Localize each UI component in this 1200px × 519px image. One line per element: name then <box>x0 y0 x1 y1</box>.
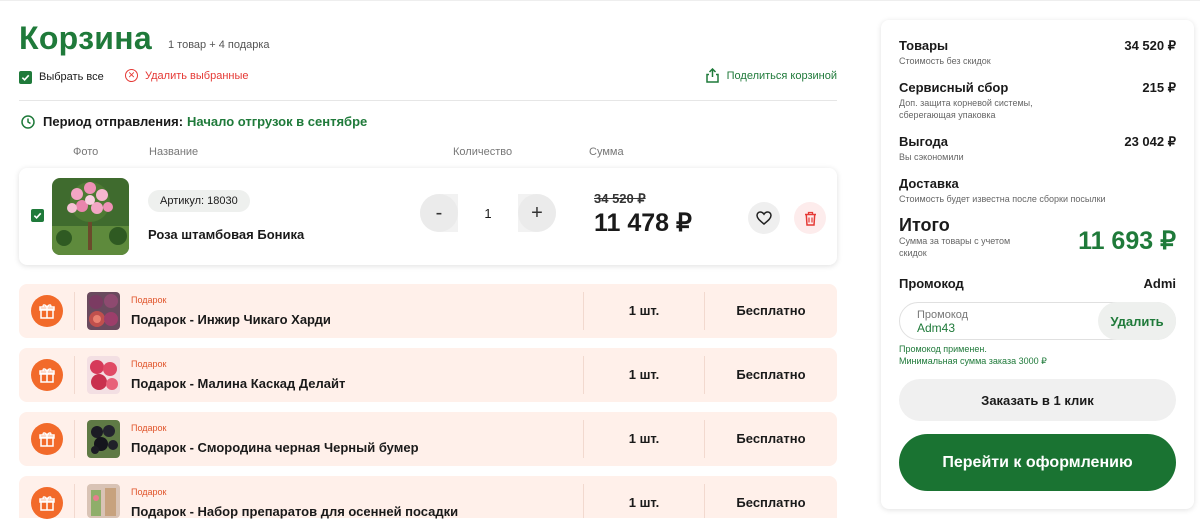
column-quantity: Количество <box>453 146 513 158</box>
separator <box>74 420 75 458</box>
delete-selected-label: Удалить выбранные <box>145 69 249 82</box>
column-sum: Сумма <box>589 146 624 158</box>
total-value: 11 693 ₽ <box>1078 227 1176 255</box>
check-icon <box>21 74 30 81</box>
page-title: Корзина <box>19 20 153 56</box>
promo-applied-name: Admi <box>1143 276 1177 291</box>
gift-qty: 1 шт. <box>628 495 660 510</box>
period-value: Начало отгрузок в сентябре <box>187 114 368 129</box>
promo-value[interactable]: Adm43 <box>917 321 955 335</box>
gift-name: Подарок - Смородина черная Черный бумер <box>131 440 419 455</box>
delete-item-button[interactable] <box>794 202 826 234</box>
one-click-order-button[interactable]: Заказать в 1 клик <box>899 379 1176 421</box>
gift-name: Подарок - Набор препаратов для осенней п… <box>131 504 459 519</box>
decrease-button[interactable]: - <box>420 194 458 232</box>
column-photo: Фото <box>73 146 99 158</box>
goods-value: 34 520 ₽ <box>1124 38 1176 53</box>
gift-price: Бесплатно <box>736 367 806 382</box>
gift-icon <box>31 295 63 327</box>
delete-selected-button[interactable]: ✕ Удалить выбранные <box>125 69 249 82</box>
delivery-label: Доставка <box>899 176 959 191</box>
gift-row: Подарок Подарок - Инжир Чикаго Харди 1 ш… <box>19 284 837 338</box>
favorite-button[interactable] <box>748 202 780 234</box>
gift-row: Подарок Подарок - Смородина черная Черны… <box>19 412 837 466</box>
shipping-period: Период отправления: Начало отгрузок в се… <box>21 114 367 129</box>
delivery-sub: Стоимость будет известна после сборки по… <box>899 194 1106 204</box>
total-sub: Сумма за товары с учетом скидок <box>899 236 1011 258</box>
share-label: Поделиться корзиной <box>726 69 837 82</box>
promo-label: Промокод <box>899 276 964 291</box>
select-all-checkbox[interactable] <box>19 70 32 84</box>
promo-placeholder: Промокод <box>917 309 969 321</box>
promo-message-line: Промокод применен. <box>899 344 987 354</box>
gift-icon <box>31 423 63 455</box>
product-checkbox[interactable] <box>31 209 44 222</box>
share-cart-button[interactable]: Поделиться корзиной <box>705 68 837 83</box>
service-fee-sub: Доп. защита корневой системы, сберегающа… <box>899 98 1033 120</box>
gift-price: Бесплатно <box>736 495 806 510</box>
trash-icon <box>804 211 816 226</box>
gift-qty: 1 шт. <box>628 431 660 446</box>
close-circle-icon: ✕ <box>125 69 138 82</box>
benefit-value: 23 042 ₽ <box>1124 134 1176 149</box>
gift-qty: 1 шт. <box>628 367 660 382</box>
promo-remove-button[interactable]: Удалить <box>1098 302 1176 340</box>
product-photo[interactable] <box>52 178 129 255</box>
old-price: 34 520 ₽ <box>594 191 646 206</box>
quantity-value[interactable]: 1 <box>458 194 518 232</box>
cart-count: 1 товар + 4 подарка <box>168 39 270 51</box>
benefit-sub: Вы сэкономили <box>899 152 964 162</box>
gift-name: Подарок - Инжир Чикаго Харди <box>131 312 331 327</box>
gift-photo <box>87 420 120 458</box>
select-all-label: Выбрать все <box>39 71 104 83</box>
gift-tag: Подарок <box>131 487 167 497</box>
gift-tag: Подарок <box>131 359 167 369</box>
gift-name: Подарок - Малина Каскад Делайт <box>131 376 346 391</box>
gift-tag: Подарок <box>131 295 167 305</box>
heart-icon <box>756 211 772 225</box>
separator <box>74 356 75 394</box>
service-fee-value: 215 ₽ <box>1142 80 1176 95</box>
gift-row: Подарок Подарок - Набор препаратов для о… <box>19 476 837 519</box>
checkout-button[interactable]: Перейти к оформлению <box>899 434 1176 491</box>
select-all[interactable]: Выбрать все <box>19 69 104 85</box>
gift-photo <box>87 484 120 518</box>
column-name: Название <box>149 146 199 158</box>
order-summary: Товары Стоимость без скидок 34 520 ₽ Сер… <box>881 20 1194 509</box>
product-card: Артикул: 18030 Роза штамбовая Боника - 1… <box>19 168 837 265</box>
quantity-stepper: - 1 + <box>420 194 556 232</box>
gift-price: Бесплатно <box>736 303 806 318</box>
gift-icon <box>31 359 63 391</box>
product-name[interactable]: Роза штамбовая Боника <box>148 227 304 242</box>
increase-button[interactable]: + <box>518 194 556 232</box>
check-icon <box>33 212 42 219</box>
gift-photo <box>87 292 120 330</box>
share-icon <box>705 68 719 83</box>
promo-message: Промокод применен. Минимальная сумма зак… <box>899 343 1047 367</box>
promo-input[interactable]: Промокод Adm43 Удалить <box>899 302 1176 340</box>
period-label: Период отправления: <box>43 114 184 129</box>
gift-icon <box>31 487 63 519</box>
gift-photo <box>87 356 120 394</box>
total-label: Итого <box>899 215 950 235</box>
divider <box>19 100 837 101</box>
gift-price: Бесплатно <box>736 431 806 446</box>
gift-row: Подарок Подарок - Малина Каскад Делайт 1… <box>19 348 837 402</box>
goods-label: Товары <box>899 38 949 53</box>
separator <box>74 484 75 518</box>
service-fee-label: Сервисный сбор <box>899 80 1009 95</box>
sku-badge: Артикул: 18030 <box>148 190 250 212</box>
gift-tag: Подарок <box>131 423 167 433</box>
top-divider <box>0 0 1200 1</box>
goods-sub: Стоимость без скидок <box>899 56 991 66</box>
separator <box>74 292 75 330</box>
new-price: 11 478 ₽ <box>594 209 692 237</box>
gift-qty: 1 шт. <box>628 303 660 318</box>
clock-icon <box>21 114 35 129</box>
benefit-label: Выгода <box>899 134 948 149</box>
promo-message-line: Минимальная сумма заказа 3000 ₽ <box>899 356 1047 366</box>
